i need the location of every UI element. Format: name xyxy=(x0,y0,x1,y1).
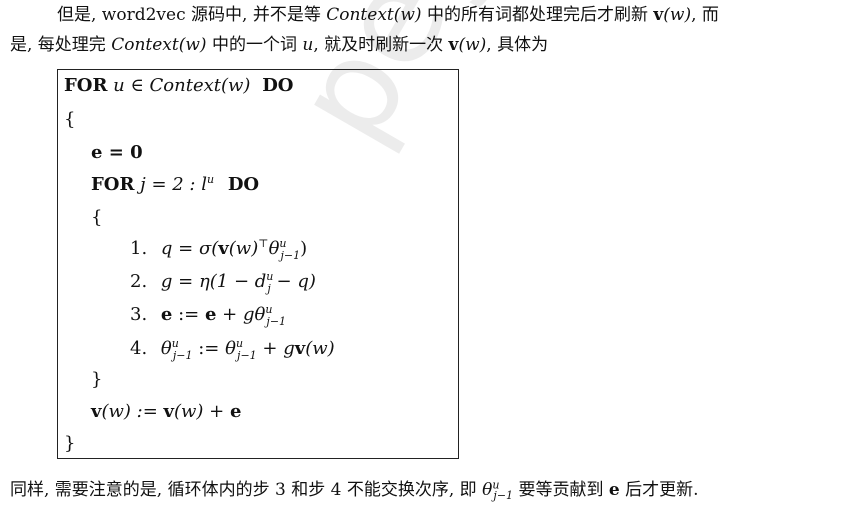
outro-line: 同样, 需要注意的是, 循环体内的步 3 和步 4 不能交换次序, 即 θuj−… xyxy=(10,478,699,502)
outro-text-b: 要等贡献到 xyxy=(513,480,609,500)
step-4: 4. θuj−1 := θuj−1 + gv(w) xyxy=(130,337,335,361)
step-2: 2. g = η(1 − duj − q) xyxy=(130,270,316,294)
vector-v-arg: (w) xyxy=(228,238,259,259)
step-tail: ) xyxy=(300,238,308,259)
intro-line-2: 是, 每处理完 Context(w) 中的一个词 u, 就及时刷新一次 v(w)… xyxy=(10,33,548,57)
vector-e-symbol: e xyxy=(91,142,103,163)
theta-sub: j−1 xyxy=(172,348,193,362)
outer-close-brace: } xyxy=(64,433,76,454)
update-v-arg: (w) := xyxy=(101,401,164,422)
for-keyword: FOR xyxy=(64,75,108,96)
step-3: 3. e := e + gθuj−1 xyxy=(130,303,286,327)
step-number: 3. xyxy=(130,304,148,325)
step-number: 1. xyxy=(130,238,148,259)
step-number: 4. xyxy=(130,338,148,359)
theta-symbol: θ xyxy=(254,304,266,325)
theta-sub: j−1 xyxy=(493,489,514,503)
theta-symbol: θ xyxy=(225,338,236,359)
step-lhs: g xyxy=(160,271,173,292)
step-plus: + g xyxy=(216,304,255,325)
vector-v-symbol: v xyxy=(91,401,102,422)
theta-symbol: θ xyxy=(160,338,172,359)
theta-sub: j−1 xyxy=(237,348,257,362)
outer-open-brace: { xyxy=(64,109,76,130)
intro-line2-text-a: 是, 每处理完 xyxy=(10,35,112,55)
outer-for-line: FOR u ∈ Context(w) DO xyxy=(64,74,293,98)
inner-open-brace: { xyxy=(91,207,103,228)
inner-close-brace: } xyxy=(91,369,103,390)
vector-v-symbol: v xyxy=(653,5,664,25)
outro-text-a: 同样, 需要注意的是, 循环体内的步 3 和步 4 不能交换次序, 即 xyxy=(10,480,483,500)
vector-v-arg: (w) xyxy=(458,35,487,55)
do-keyword: DO xyxy=(227,174,260,195)
word-u-symbol: u xyxy=(302,35,314,55)
update-v-arg-2: (w) + xyxy=(173,401,230,422)
init-e-line: e = 0 xyxy=(91,141,143,165)
intro-line1-text-b: 中的所有词都处理完后才刷新 xyxy=(421,5,654,25)
intro-line-1: 但是, word2vec 源码中, 并不是等 Context(w) 中的所有词都… xyxy=(57,3,719,27)
vector-e-symbol: e xyxy=(204,304,217,325)
outro-text-c: 后才更新. xyxy=(619,480,699,500)
vector-e-symbol: e xyxy=(160,304,173,325)
intro-line2-text-c: , 就及时刷新一次 xyxy=(313,35,449,55)
init-e-value: = 0 xyxy=(102,142,143,163)
for-keyword: FOR xyxy=(91,174,135,195)
outer-for-condition: u ∈ Context(w) xyxy=(113,75,251,96)
context-symbol: Context xyxy=(326,5,394,25)
inner-for-sup: u xyxy=(206,173,215,186)
inner-for-condition: j = 2 : l xyxy=(140,174,207,195)
step-tail: − q) xyxy=(270,271,316,292)
step-plus: + g xyxy=(256,338,295,359)
intro-line1-text-c: , 而 xyxy=(691,5,719,25)
theta-sub: j−1 xyxy=(266,314,287,328)
step-number: 2. xyxy=(130,271,148,292)
do-keyword: DO xyxy=(262,75,294,96)
vector-v-arg: (w) xyxy=(305,338,335,359)
step-eq: = η(1 − xyxy=(172,271,255,292)
intro-line2-text-b: 中的一个词 xyxy=(206,35,303,55)
vector-v-symbol: v xyxy=(218,238,229,259)
context-arg: (w) xyxy=(393,5,422,25)
intro-line2-text-d: , 具体为 xyxy=(486,35,549,55)
theta-symbol: θ xyxy=(482,480,493,500)
vector-v-symbol: v xyxy=(163,401,174,422)
step-eq: = σ( xyxy=(172,238,219,259)
step-1: 1. q = σ(v(w)⊤θuj−1) xyxy=(130,237,307,261)
vector-e-symbol: e xyxy=(608,480,620,500)
vector-v-arg: (w) xyxy=(663,5,692,25)
inner-for-line: FOR j = 2 : lu DO xyxy=(91,173,259,197)
step-lhs: q xyxy=(160,238,173,259)
algorithm-box: FOR u ∈ Context(w) DO { e = 0 FOR j = 2 … xyxy=(57,69,459,459)
theta-sub: j−1 xyxy=(280,248,301,262)
context-arg: (w) xyxy=(178,35,207,55)
update-v-line: v(w) := v(w) + e xyxy=(91,400,241,424)
theta-symbol: θ xyxy=(268,238,280,259)
step-eq: := xyxy=(192,338,226,359)
vector-v-symbol: v xyxy=(448,35,459,55)
step-eq: := xyxy=(172,304,205,325)
intro-line1-text-a: 但是, word2vec 源码中, 并不是等 xyxy=(57,5,327,25)
vector-v-symbol: v xyxy=(294,338,306,359)
d-symbol: d xyxy=(254,271,267,292)
vector-e-symbol: e xyxy=(229,401,242,422)
transpose-sup: ⊤ xyxy=(258,237,269,250)
context-symbol: Context xyxy=(111,35,179,55)
